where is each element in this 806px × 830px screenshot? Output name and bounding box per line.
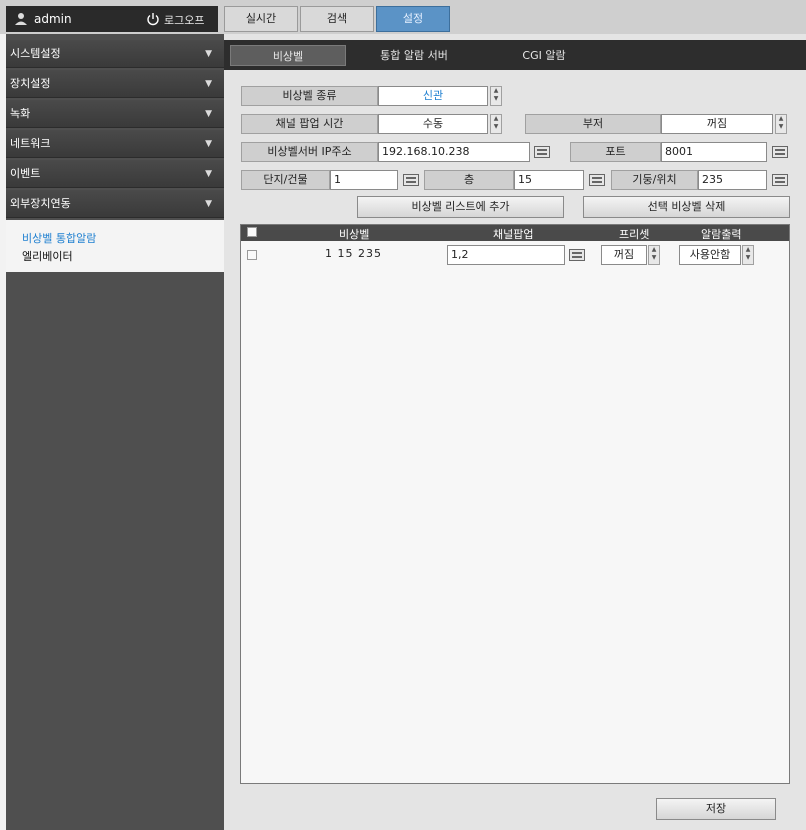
building-label: 단지/건물 [241, 170, 330, 190]
user-panel: admin 로그오프 [6, 6, 218, 32]
bell-type-spinner[interactable]: ▲ ▼ [490, 86, 502, 106]
buzzer-label: 부저 [525, 114, 661, 134]
row-checkbox[interactable] [247, 250, 257, 260]
row-preset-select[interactable]: 꺼짐 [601, 245, 647, 265]
floor-input[interactable]: 15 [514, 170, 584, 190]
header-bell: 비상벨 [339, 228, 370, 241]
buzzer-spinner[interactable]: ▲ ▼ [775, 114, 787, 134]
table-row[interactable]: 1 15 235 1,2 꺼짐 ▲ ▼ 사용안함 ▲ ▼ [241, 243, 789, 267]
username: admin [34, 12, 72, 26]
sidebar-item-label: 외부장치연동 [10, 197, 71, 210]
keyboard-icon[interactable] [589, 174, 605, 186]
pillar-input[interactable]: 235 [698, 170, 767, 190]
sidebar: 시스템설정 ▼ 장치설정 ▼ 녹화 ▼ 네트워크 ▼ 이벤트 ▼ 외부장치연동 ▼ 비상벨 … [6, 34, 224, 830]
subtab-bar: 비상벨 통합 알람 서버 CGI 알람 [224, 40, 806, 70]
popup-time-spinner[interactable]: ▲ ▼ [490, 114, 502, 134]
sidebar-subpanel: 비상벨 통합알람 엘리베이터 [6, 220, 224, 272]
keyboard-icon[interactable] [772, 174, 788, 186]
sidebar-item-record[interactable]: 녹화 ▼ [6, 100, 224, 128]
sidebar-item-network[interactable]: 네트워크 ▼ [6, 130, 224, 158]
select-all-checkbox[interactable] [247, 227, 257, 237]
sidebar-item-label: 녹화 [10, 107, 31, 120]
keyboard-icon[interactable] [569, 249, 585, 261]
chevron-down-icon: ▼ [205, 109, 212, 119]
delete-selected-button[interactable]: 선택 비상벨 삭제 [583, 196, 790, 218]
sidebar-subitem-emergency-alarm[interactable]: 비상벨 통합알람 [22, 230, 96, 246]
server-ip-input[interactable]: 192.168.10.238 [378, 142, 530, 162]
chevron-down-icon: ▼ [205, 139, 212, 149]
floor-label: 층 [424, 170, 514, 190]
chevron-down-icon: ▼ [205, 199, 212, 209]
chevron-down-icon: ▼ [205, 49, 212, 59]
pillar-label: 기둥/위치 [611, 170, 698, 190]
sidebar-item-label: 장치설정 [10, 77, 51, 90]
tab-live[interactable]: 실시간 [224, 6, 298, 32]
buzzer-select[interactable]: 꺼짐 [661, 114, 773, 134]
header-alarm-output: 알람출력 [701, 228, 742, 241]
keyboard-icon[interactable] [772, 146, 788, 158]
bell-type-select[interactable]: 신관 [378, 86, 488, 106]
tab-settings[interactable]: 설정 [376, 6, 450, 32]
save-button[interactable]: 저장 [656, 798, 776, 820]
tab-search[interactable]: 검색 [300, 6, 374, 32]
header-channel-popup: 채널팝업 [493, 228, 534, 241]
row-alarm-output-spinner[interactable]: ▲ ▼ [742, 245, 754, 265]
row-alarm-output-select[interactable]: 사용안함 [679, 245, 741, 265]
add-to-list-button[interactable]: 비상벨 리스트에 추가 [357, 196, 564, 218]
logoff-button[interactable]: 로그오프 [164, 12, 204, 28]
sidebar-item-label: 이벤트 [10, 167, 41, 180]
subtab-emergency-bell[interactable]: 비상벨 [230, 45, 346, 66]
subtab-cgi-alarm[interactable]: CGI 알람 [504, 45, 584, 66]
row-channel-popup-input[interactable]: 1,2 [447, 245, 565, 265]
power-icon[interactable] [146, 12, 160, 26]
popup-time-label: 채널 팝업 시간 [241, 114, 378, 134]
sidebar-item-event[interactable]: 이벤트 ▼ [6, 160, 224, 188]
row-preset-spinner[interactable]: ▲ ▼ [648, 245, 660, 265]
building-input[interactable]: 1 [330, 170, 398, 190]
port-label: 포트 [570, 142, 661, 162]
chevron-down-icon: ▼ [205, 79, 212, 89]
sidebar-subitem-elevator[interactable]: 엘리베이터 [22, 248, 73, 264]
chevron-down-icon: ▼ [205, 169, 212, 179]
sidebar-item-device[interactable]: 장치설정 ▼ [6, 70, 224, 98]
bell-type-label: 비상벨 종류 [241, 86, 378, 106]
sidebar-item-label: 시스템설정 [10, 47, 61, 60]
header-preset: 프리셋 [619, 228, 650, 241]
port-input[interactable]: 8001 [661, 142, 767, 162]
user-icon [15, 13, 27, 25]
bell-list: 비상벨 채널팝업 프리셋 알람출력 1 15 235 1,2 꺼짐 ▲ ▼ 사용안… [240, 224, 790, 784]
sidebar-item-label: 네트워크 [10, 137, 51, 150]
keyboard-icon[interactable] [534, 146, 550, 158]
subtab-integrated-alarm-server[interactable]: 통합 알람 서버 [364, 45, 464, 66]
server-ip-label: 비상벨서버 IP주소 [241, 142, 378, 162]
sidebar-item-system[interactable]: 시스템설정 ▼ [6, 40, 224, 68]
row-bell: 1 15 235 [325, 247, 382, 260]
sidebar-item-external[interactable]: 외부장치연동 ▼ [6, 190, 224, 218]
list-header: 비상벨 채널팝업 프리셋 알람출력 [241, 225, 789, 241]
keyboard-icon[interactable] [403, 174, 419, 186]
popup-time-select[interactable]: 수동 [378, 114, 488, 134]
